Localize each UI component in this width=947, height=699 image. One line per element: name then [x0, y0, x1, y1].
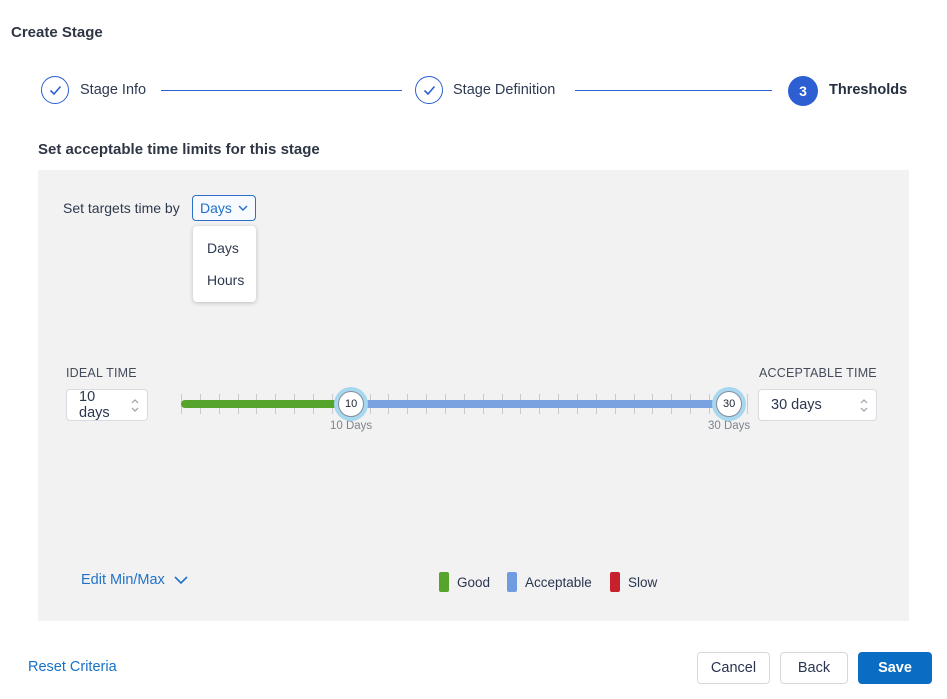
page-title: Create Stage — [11, 24, 103, 41]
slider-handle-max-label: 30 Days — [708, 420, 751, 432]
legend-label-good: Good — [457, 575, 491, 590]
step-label-thresholds[interactable]: Thresholds — [829, 83, 907, 98]
step-circle-stage-info[interactable] — [41, 76, 69, 104]
check-icon — [49, 85, 61, 95]
slider-segment-good — [181, 400, 352, 408]
slider-handle-min[interactable]: 10 — [338, 391, 365, 417]
slider-handle-max-value: 30 — [722, 398, 736, 410]
edit-minmax-label: Edit Min/Max — [81, 572, 165, 588]
section-heading: Set acceptable time limits for this stag… — [38, 141, 320, 158]
spinner-down-icon[interactable] — [131, 407, 139, 412]
stepper-connector — [575, 90, 772, 91]
spinner-down-icon[interactable] — [860, 407, 868, 412]
step-circle-stage-definition[interactable] — [415, 76, 443, 104]
ideal-time-input[interactable]: 10 days — [66, 389, 148, 421]
targets-time-label: Set targets time by — [63, 200, 180, 216]
legend-swatch-good — [439, 572, 449, 592]
spinner-up-icon[interactable] — [860, 398, 868, 404]
slider-handle-min-label: 10 Days — [330, 420, 373, 432]
step-number: 3 — [799, 83, 807, 99]
acceptable-time-label: ACCEPTABLE TIME — [759, 366, 877, 380]
thresholds-panel: Set targets time by Days Days Hours IDEA… — [38, 170, 909, 621]
acceptable-time-value: 30 days — [771, 397, 822, 413]
time-unit-dropdown[interactable]: Days — [192, 195, 256, 221]
legend-label-slow: Slow — [628, 575, 658, 590]
slider-tick — [746, 394, 748, 414]
time-unit-menu: Days Hours — [193, 226, 256, 302]
create-stage-dialog: Create Stage Stage Info Stage Definition… — [0, 0, 947, 699]
step-label-stage-definition[interactable]: Stage Definition — [453, 83, 555, 98]
ideal-time-value: 10 days — [79, 389, 110, 421]
menu-item-days[interactable]: Days — [193, 232, 256, 264]
legend-swatch-slow — [610, 572, 620, 592]
check-icon — [423, 85, 435, 95]
menu-item-hours[interactable]: Hours — [193, 264, 256, 296]
acceptable-time-input[interactable]: 30 days — [758, 389, 877, 421]
cancel-button[interactable]: Cancel — [697, 652, 770, 684]
time-unit-selected: Days — [200, 200, 232, 216]
chevron-down-icon — [238, 205, 248, 211]
slider-handle-min-value: 10 — [344, 398, 358, 410]
stepper-connector — [161, 90, 402, 91]
legend-label-acceptable: Acceptable — [525, 575, 592, 590]
step-circle-thresholds[interactable]: 3 — [788, 76, 818, 106]
legend-swatch-acceptable — [507, 572, 517, 592]
reset-criteria-link[interactable]: Reset Criteria — [28, 659, 117, 675]
save-button[interactable]: Save — [858, 652, 932, 684]
step-label-stage-info[interactable]: Stage Info — [80, 83, 146, 98]
back-button[interactable]: Back — [780, 652, 848, 684]
ideal-time-spinner — [123, 398, 147, 412]
slider-segment-acceptable — [351, 400, 730, 408]
slider-handle-max[interactable]: 30 — [716, 391, 743, 417]
acceptable-time-spinner — [852, 398, 876, 412]
spinner-up-icon[interactable] — [131, 398, 139, 404]
chevron-down-icon — [174, 576, 188, 584]
edit-minmax-link[interactable]: Edit Min/Max — [81, 572, 188, 588]
ideal-time-label: IDEAL TIME — [66, 366, 137, 380]
